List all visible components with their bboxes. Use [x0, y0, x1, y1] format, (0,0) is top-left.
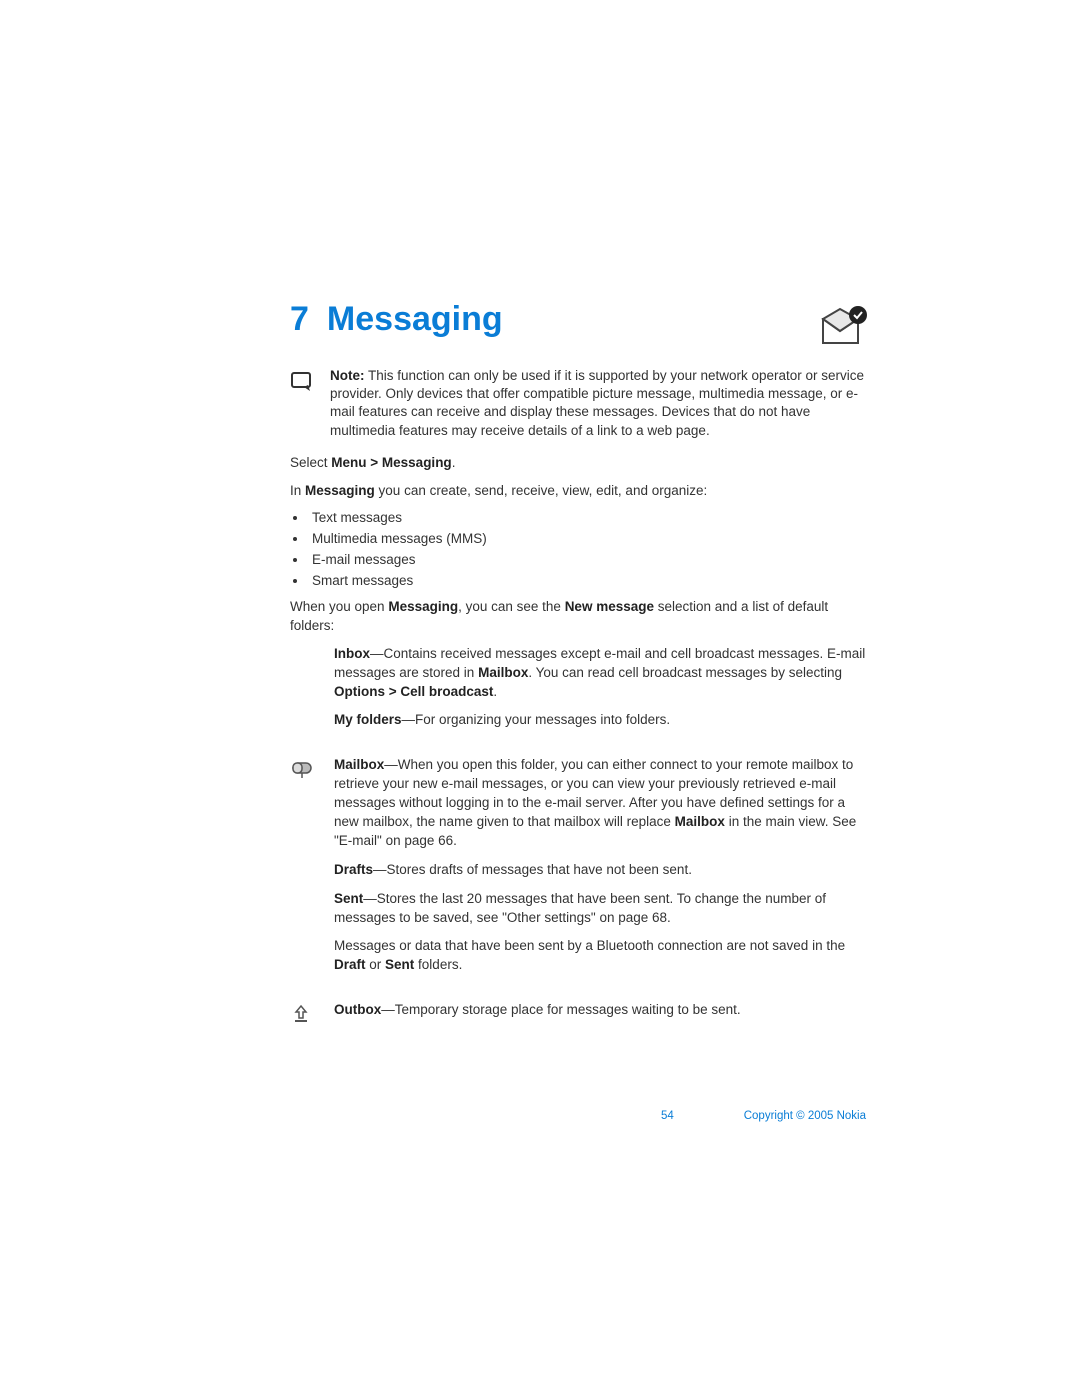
note-text: Note: This function can only be used if … — [330, 367, 870, 440]
note-icon — [290, 367, 320, 440]
envelope-icon — [818, 305, 870, 350]
chapter-heading: 7 Messaging — [290, 300, 870, 339]
page-footer: 54 Copyright © 2005 Nokia — [290, 1110, 870, 1122]
folder-mailbox: Mailbox—When you open this folder, you c… — [290, 756, 870, 995]
manual-page: 7 Messaging Note: This function can only… — [0, 0, 1080, 1397]
mailbox-icon — [290, 756, 334, 995]
note-label: Note: — [330, 368, 365, 383]
intro-line: In Messaging you can create, send, recei… — [290, 482, 870, 500]
list-item: Smart messages — [308, 573, 870, 588]
page-number: 54 — [661, 1110, 674, 1122]
select-line: Select Menu > Messaging. — [290, 454, 870, 472]
chapter-number: 7 — [290, 300, 309, 339]
open-line: When you open Messaging, you can see the… — [290, 598, 870, 634]
list-item: Multimedia messages (MMS) — [308, 531, 870, 546]
folder-inbox: Inbox—Contains received messages except … — [290, 645, 870, 751]
folder-outbox: Outbox—Temporary storage place for messa… — [290, 1001, 870, 1040]
list-item: Text messages — [308, 510, 870, 525]
message-types-list: Text messages Multimedia messages (MMS) … — [308, 510, 870, 588]
copyright: Copyright © 2005 Nokia — [744, 1110, 866, 1122]
chapter-title: Messaging — [327, 300, 503, 339]
outbox-icon — [290, 1001, 334, 1040]
list-item: E-mail messages — [308, 552, 870, 567]
note-block: Note: This function can only be used if … — [290, 367, 870, 440]
